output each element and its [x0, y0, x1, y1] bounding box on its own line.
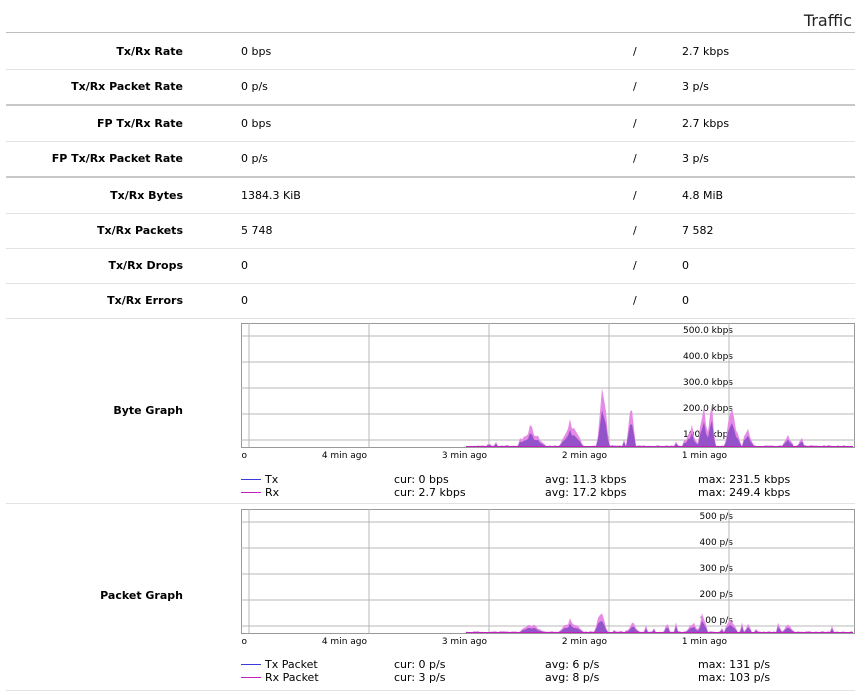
y-tick-label: 500 p/s — [700, 512, 734, 522]
section-divider — [6, 32, 855, 33]
y-tick-label: 300 p/s — [700, 564, 734, 574]
stat-rx-value: 0 — [682, 259, 689, 272]
stat-label: Tx/Rx Drops — [108, 259, 183, 272]
stat-row-txrx-packet-rate: Tx/Rx Packet Rate 0 p/s / 3 p/s — [6, 69, 855, 106]
stat-separator: / — [633, 189, 637, 202]
stat-tx-value: 0 bps — [241, 45, 272, 58]
packet-graph-chart: 500 p/s400 p/s300 p/s200 p/s100 p/s5 min… — [241, 509, 855, 647]
x-tick-label: 4 min ago — [322, 637, 368, 647]
legend-name: Tx Packet — [265, 658, 318, 671]
section-title: Traffic — [803, 11, 852, 30]
stat-label: Tx/Rx Packets — [96, 224, 183, 237]
y-tick-label: 200 p/s — [700, 590, 734, 600]
plot-frame — [241, 509, 855, 634]
stat-label: Tx/Rx Bytes — [110, 189, 183, 202]
stat-row-fp-txrx-packet-rate: FP Tx/Rx Packet Rate 0 p/s / 3 p/s — [6, 141, 855, 178]
x-tick-label: 2 min ago — [562, 637, 608, 647]
x-tick-label: 5 min ago — [241, 451, 247, 461]
legend-cur: cur: 0 p/s — [394, 658, 446, 671]
stat-separator: / — [633, 117, 637, 130]
x-tick-label: 3 min ago — [442, 637, 488, 647]
legend-cur: cur: 0 bps — [394, 473, 449, 486]
stat-tx-value: 0 p/s — [241, 80, 268, 93]
stat-tx-value: 0 p/s — [241, 152, 268, 165]
legend-name: Rx Packet — [265, 671, 319, 684]
y-tick-label: 400 p/s — [700, 538, 734, 548]
legend-row-tx: Tx cur: 0 bps avg: 11.3 kbps max: 231.5 … — [241, 473, 855, 486]
stat-rx-value: 4.8 MiB — [682, 189, 724, 202]
legend-avg: avg: 17.2 kbps — [545, 486, 627, 499]
stat-rx-value: 2.7 kbps — [682, 45, 730, 58]
stat-rx-value: 3 p/s — [682, 80, 709, 93]
stat-separator: / — [633, 80, 637, 93]
plot-frame — [241, 323, 855, 448]
legend-max: max: 103 p/s — [698, 671, 771, 684]
traffic-page: Traffic Tx/Rx Rate 0 bps / 2.7 kbps Tx/R… — [0, 0, 862, 695]
y-tick-label: 200.0 kbps — [683, 404, 733, 414]
byte-graph-chart: 500.0 kbps 400.0 kbps 300.0 kbps 200.0 kbps… — [241, 323, 855, 461]
stat-tx-value: 0 bps — [241, 117, 272, 130]
legend-avg: avg: 6 p/s — [545, 658, 600, 671]
stat-row-fp-txrx-rate: FP Tx/Rx Rate 0 bps / 2.7 kbps — [6, 106, 855, 142]
tx-line-swatch — [241, 664, 261, 665]
legend-name: Rx — [265, 486, 280, 499]
legend-row-rx: Rx cur: 2.7 kbps avg: 17.2 kbps max: 249… — [241, 486, 855, 499]
x-tick-label: 5 min ago — [241, 637, 247, 647]
stat-separator: / — [633, 224, 637, 237]
legend-row-tx-packet: Tx Packet cur: 0 p/s avg: 6 p/s max: 131… — [241, 658, 855, 671]
stat-row-txrx-rate: Tx/Rx Rate 0 bps / 2.7 kbps — [6, 34, 855, 70]
x-tick-label: 3 min ago — [442, 451, 488, 461]
legend-max: max: 131 p/s — [698, 658, 771, 671]
packet-graph-label: Packet Graph — [100, 589, 183, 602]
legend-avg: avg: 8 p/s — [545, 671, 600, 684]
stat-tx-value: 1384.3 KiB — [241, 189, 301, 202]
byte-graph-legend: Tx cur: 0 bps avg: 11.3 kbps max: 231.5 … — [241, 473, 855, 499]
stat-row-txrx-errors: Tx/Rx Errors 0 / 0 — [6, 283, 855, 319]
stat-separator: / — [633, 259, 637, 272]
y-tick-label: 500.0 kbps — [683, 326, 733, 336]
stat-separator: / — [633, 294, 637, 307]
y-tick-label: 300.0 kbps — [683, 378, 733, 388]
legend-row-rx-packet: Rx Packet cur: 3 p/s avg: 8 p/s max: 103… — [241, 671, 855, 684]
stat-row-txrx-packets: Tx/Rx Packets 5 748 / 7 582 — [6, 213, 855, 249]
packet-graph-legend: Tx Packet cur: 0 p/s avg: 6 p/s max: 131… — [241, 658, 855, 684]
x-tick-label: 2 min ago — [562, 451, 608, 461]
stat-separator: / — [633, 152, 637, 165]
byte-graph-label: Byte Graph — [113, 404, 183, 417]
stat-rx-value: 3 p/s — [682, 152, 709, 165]
stat-label: Tx/Rx Rate — [116, 45, 183, 58]
y-tick-label: 400.0 kbps — [683, 352, 733, 362]
x-tick-label: 1 min ago — [682, 637, 728, 647]
stat-rx-value: 2.7 kbps — [682, 117, 730, 130]
stat-row-txrx-bytes: Tx/Rx Bytes 1384.3 KiB / 4.8 MiB — [6, 178, 855, 214]
stat-rx-value: 7 582 — [682, 224, 714, 237]
legend-cur: cur: 3 p/s — [394, 671, 446, 684]
legend-avg: avg: 11.3 kbps — [545, 473, 627, 486]
stat-label: Tx/Rx Packet Rate — [71, 80, 183, 93]
packet-graph-row: Packet Graph 500 p/s 400 p/s 300 p/s 200 p/… — [6, 504, 855, 691]
rx-line-swatch — [241, 677, 261, 678]
stat-rx-value: 0 — [682, 294, 689, 307]
stat-tx-value: 0 — [241, 294, 248, 307]
stat-label: FP Tx/Rx Packet Rate — [51, 152, 183, 165]
stat-tx-value: 0 — [241, 259, 248, 272]
stat-separator: / — [633, 45, 637, 58]
legend-cur: cur: 2.7 kbps — [394, 486, 466, 499]
legend-name: Tx — [265, 473, 279, 486]
x-tick-label: 4 min ago — [322, 451, 368, 461]
stat-tx-value: 5 748 — [241, 224, 273, 237]
x-tick-label: 1 min ago — [682, 451, 728, 461]
tx-line-swatch — [241, 479, 261, 480]
stat-label: FP Tx/Rx Rate — [96, 117, 183, 130]
byte-graph-row: Byte Graph 500.0 kbps 400.0 kbps 300.0 kbp… — [6, 318, 855, 504]
legend-max: max: 249.4 kbps — [698, 486, 791, 499]
rx-line-swatch — [241, 492, 261, 493]
legend-max: max: 231.5 kbps — [698, 473, 791, 486]
stat-row-txrx-drops: Tx/Rx Drops 0 / 0 — [6, 248, 855, 284]
stat-label: Tx/Rx Errors — [107, 294, 183, 307]
